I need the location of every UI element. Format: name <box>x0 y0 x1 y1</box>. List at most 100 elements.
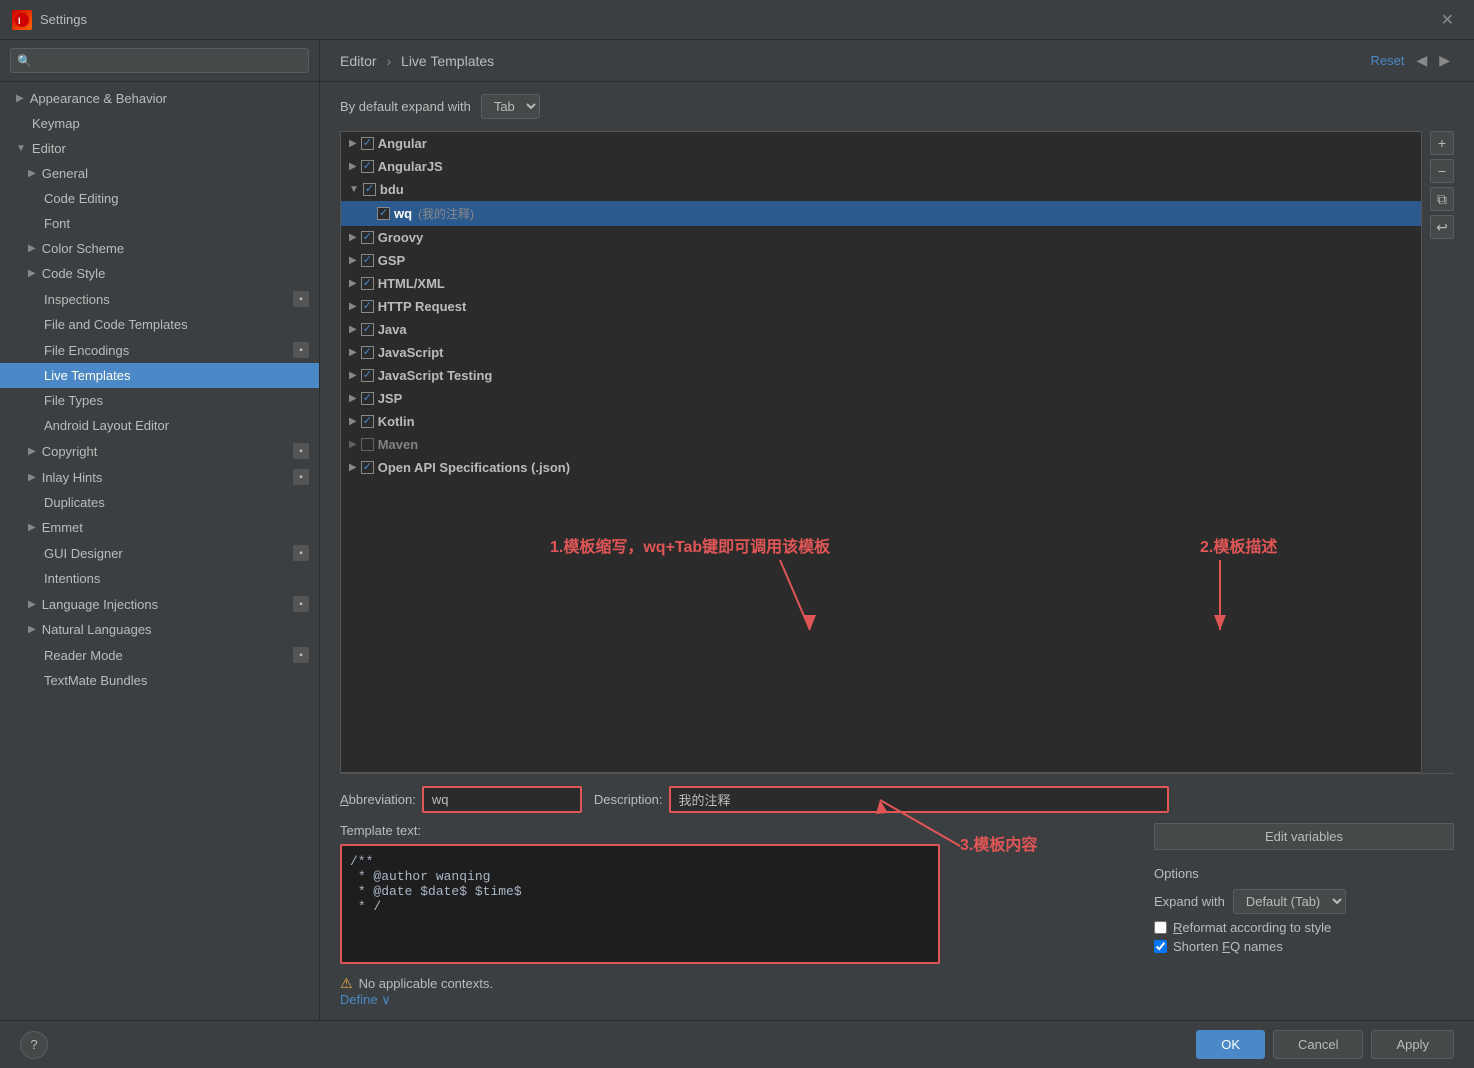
group-checkbox[interactable] <box>361 346 374 359</box>
warning-text: No applicable contexts. <box>359 976 493 991</box>
sidebar-item-live-templates[interactable]: Live Templates <box>0 363 319 388</box>
bottom-section: Abbreviation: Description: <box>340 773 1454 1008</box>
arrow-icon: ▶ <box>28 624 36 635</box>
sidebar-item-duplicates[interactable]: Duplicates <box>0 490 319 515</box>
template-group-htmlxml[interactable]: ▶ HTML/XML <box>341 272 1421 295</box>
back-arrow[interactable]: ◀ <box>1412 52 1431 69</box>
item-checkbox[interactable] <box>377 207 390 220</box>
cancel-button[interactable]: Cancel <box>1273 1030 1363 1059</box>
group-checkbox[interactable] <box>361 137 374 150</box>
group-checkbox[interactable] <box>361 415 374 428</box>
arrow-icon: ▶ <box>28 268 36 279</box>
sidebar-item-keymap[interactable]: Keymap <box>0 111 319 136</box>
group-checkbox[interactable] <box>361 461 374 474</box>
sidebar-item-general[interactable]: ▶ General <box>0 161 319 186</box>
group-checkbox[interactable] <box>361 369 374 382</box>
group-checkbox[interactable] <box>361 323 374 336</box>
expand-arrow: ▶ <box>349 324 357 335</box>
item-label: wq <box>394 206 412 221</box>
sidebar-item-intentions[interactable]: Intentions <box>0 566 319 591</box>
sidebar-item-editor[interactable]: ▼ Editor <box>0 136 319 161</box>
expand-arrow: ▶ <box>349 416 357 427</box>
remove-template-button[interactable]: − <box>1430 159 1454 183</box>
copy-template-button[interactable]: ⧉ <box>1430 187 1454 211</box>
help-button[interactable]: ? <box>20 1031 48 1059</box>
sidebar-item-android-layout[interactable]: Android Layout Editor <box>0 413 319 438</box>
template-group-jstesting[interactable]: ▶ JavaScript Testing <box>341 364 1421 387</box>
template-group-javascript[interactable]: ▶ JavaScript <box>341 341 1421 364</box>
sidebar-item-reader-mode[interactable]: Reader Mode ▪ <box>0 642 319 668</box>
apply-button[interactable]: Apply <box>1371 1030 1454 1059</box>
sidebar-item-code-editing[interactable]: Code Editing <box>0 186 319 211</box>
shorten-fq-checkbox[interactable] <box>1154 940 1167 953</box>
sidebar-label: Android Layout Editor <box>44 418 169 433</box>
template-group-maven[interactable]: ▶ Maven <box>341 433 1421 456</box>
group-checkbox[interactable] <box>361 300 374 313</box>
edit-variables-button[interactable]: Edit variables <box>1154 823 1454 850</box>
abbreviation-input[interactable] <box>422 786 582 813</box>
search-icon: 🔍 <box>17 54 32 68</box>
group-checkbox[interactable] <box>361 277 374 290</box>
sidebar-label: General <box>42 166 88 181</box>
sidebar-item-lang-injections[interactable]: ▶ Language Injections ▪ <box>0 591 319 617</box>
template-group-bdu[interactable]: ▼ bdu <box>341 178 1421 201</box>
reset-button[interactable]: Reset <box>1370 53 1404 68</box>
template-group-angular[interactable]: ▶ Angular <box>341 132 1421 155</box>
template-area-row: Template text: /** * @author wanqing * @… <box>340 823 1454 1008</box>
sidebar-item-file-types[interactable]: File Types <box>0 388 319 413</box>
define-link[interactable]: Define ∨ <box>340 992 391 1007</box>
template-group-java[interactable]: ▶ Java <box>341 318 1421 341</box>
add-template-button[interactable]: + <box>1430 131 1454 155</box>
expand-arrow: ▶ <box>349 462 357 473</box>
group-label: Angular <box>378 136 427 151</box>
template-group-gsp[interactable]: ▶ GSP <box>341 249 1421 272</box>
abbreviation-group: Abbreviation: <box>340 786 582 813</box>
options-expand-with-select[interactable]: Default (Tab) <box>1233 889 1346 914</box>
sidebar-item-appearance[interactable]: ▶ Appearance & Behavior <box>0 86 319 111</box>
reformat-checkbox[interactable] <box>1154 921 1167 934</box>
sidebar-item-font[interactable]: Font <box>0 211 319 236</box>
group-checkbox[interactable] <box>361 160 374 173</box>
template-group-angularjs[interactable]: ▶ AngularJS <box>341 155 1421 178</box>
ok-button[interactable]: OK <box>1196 1030 1265 1059</box>
template-group-groovy[interactable]: ▶ Groovy <box>341 226 1421 249</box>
group-checkbox[interactable] <box>361 231 374 244</box>
sidebar-item-natural-languages[interactable]: ▶ Natural Languages <box>0 617 319 642</box>
description-input[interactable] <box>669 786 1169 813</box>
search-input[interactable] <box>10 48 309 73</box>
sidebar-item-gui-designer[interactable]: GUI Designer ▪ <box>0 540 319 566</box>
group-checkbox[interactable] <box>361 392 374 405</box>
sidebar-item-file-code-templates[interactable]: File and Code Templates <box>0 312 319 337</box>
restore-template-button[interactable]: ↩ <box>1430 215 1454 239</box>
sidebar-item-code-style[interactable]: ▶ Code Style <box>0 261 319 286</box>
expand-with-select[interactable]: Tab <box>481 94 540 119</box>
sidebar-item-textmate[interactable]: TextMate Bundles <box>0 668 319 693</box>
search-wrapper: 🔍 <box>10 48 309 73</box>
sidebar-item-inspections[interactable]: Inspections ▪ <box>0 286 319 312</box>
close-button[interactable]: ✕ <box>1433 6 1462 34</box>
template-item-wq[interactable]: wq (我的注释) <box>341 201 1421 226</box>
sidebar-item-inlay-hints[interactable]: ▶ Inlay Hints ▪ <box>0 464 319 490</box>
sidebar-item-copyright[interactable]: ▶ Copyright ▪ <box>0 438 319 464</box>
sidebar-label: Natural Languages <box>42 622 152 637</box>
forward-arrow[interactable]: ▶ <box>1435 52 1454 69</box>
badge-icon: ▪ <box>293 596 309 612</box>
group-label: JavaScript Testing <box>378 368 493 383</box>
options-title: Options <box>1154 866 1454 881</box>
template-group-openapi[interactable]: ▶ Open API Specifications (.json) <box>341 456 1421 479</box>
main-body: By default expand with Tab ▶ <box>320 82 1474 1020</box>
template-group-kotlin[interactable]: ▶ Kotlin <box>341 410 1421 433</box>
expand-row: By default expand with Tab <box>340 94 1454 119</box>
description-label: Description: <box>594 792 663 807</box>
sidebar-item-file-encodings[interactable]: File Encodings ▪ <box>0 337 319 363</box>
template-group-jsp[interactable]: ▶ JSP <box>341 387 1421 410</box>
sidebar-item-emmet[interactable]: ▶ Emmet <box>0 515 319 540</box>
group-checkbox[interactable] <box>361 438 374 451</box>
expand-arrow: ▶ <box>349 301 357 312</box>
group-checkbox[interactable] <box>363 183 376 196</box>
template-group-httpreq[interactable]: ▶ HTTP Request <box>341 295 1421 318</box>
group-checkbox[interactable] <box>361 254 374 267</box>
sidebar-item-color-scheme[interactable]: ▶ Color Scheme <box>0 236 319 261</box>
sidebar-label: TextMate Bundles <box>44 673 147 688</box>
template-text-editor[interactable]: /** * @author wanqing * @date $date$ $ti… <box>340 844 940 964</box>
